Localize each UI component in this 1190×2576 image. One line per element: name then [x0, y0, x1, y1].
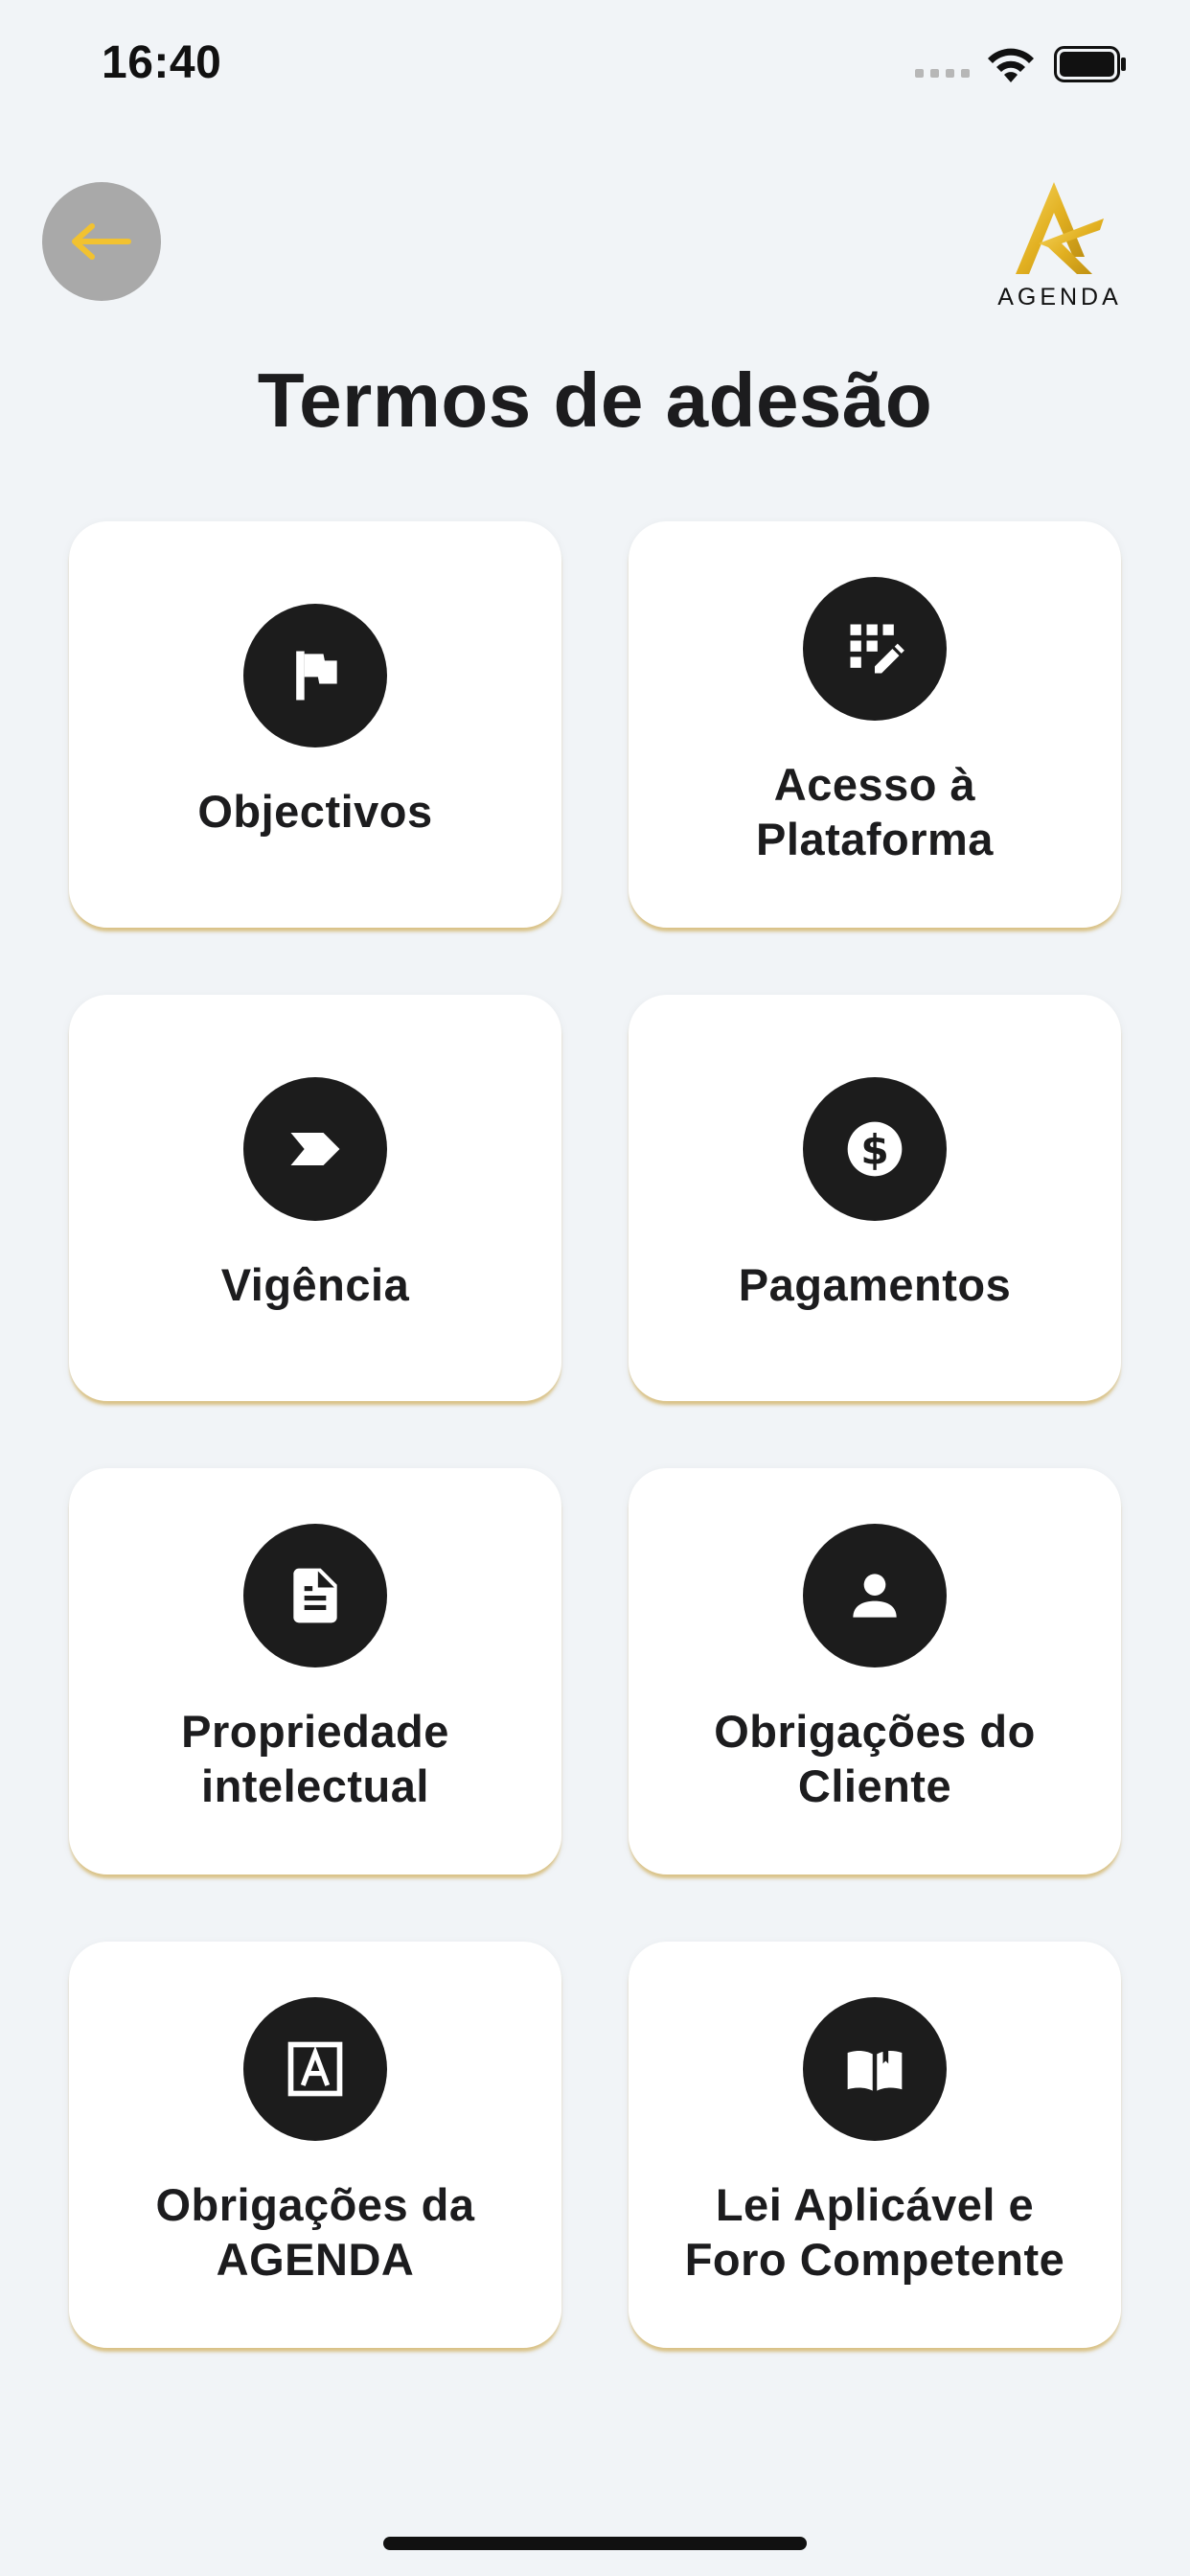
document-icon: [293, 1568, 337, 1623]
dollar-icon: $: [847, 1121, 903, 1177]
page-title: Termos de adesão: [257, 357, 933, 443]
back-button[interactable]: [42, 182, 161, 301]
logo-text: AGENDA: [997, 284, 1122, 310]
status-bar: 16:40: [0, 0, 1190, 125]
screen: 16:40 AGENDA Termos de adesão Objectivos…: [0, 0, 1190, 2576]
card-lei-aplicavel[interactable]: Lei Aplicável e Foro Competente: [629, 1942, 1121, 2348]
agenda-logo-icon: [1016, 182, 1104, 274]
card-obrigacoes-cliente[interactable]: Obrigações do Cliente: [629, 1468, 1121, 1874]
card-label: Acesso à Plataforma: [756, 759, 994, 864]
card-label: Objectivos: [197, 786, 433, 837]
card-label: Obrigações da AGENDA: [155, 2179, 475, 2285]
card-vigencia[interactable]: Vigência: [69, 995, 561, 1401]
agenda-logo: AGENDA: [989, 180, 1131, 314]
wifi-icon: [988, 48, 1034, 82]
card-label: Lei Aplicável e Foro Competente: [684, 2179, 1065, 2285]
letter-a-box-icon: [287, 2041, 343, 2097]
card-label: Pagamentos: [738, 1259, 1012, 1310]
card-obrigacoes-agenda[interactable]: Obrigações da AGENDA: [69, 1942, 561, 2348]
person-icon: [853, 1574, 897, 1618]
card-objectivos[interactable]: Objectivos: [69, 521, 561, 928]
battery-icon: [1054, 46, 1126, 82]
signal-icon: [915, 69, 970, 78]
home-indicator[interactable]: [383, 2537, 807, 2550]
label-arrow-icon: [290, 1133, 340, 1165]
card-propriedade-intelectual[interactable]: Propriedade intelectual: [69, 1468, 561, 1874]
card-label: Obrigações do Cliente: [714, 1706, 1036, 1811]
card-label: Propriedade intelectual: [181, 1706, 449, 1811]
svg-text:$: $: [860, 1128, 889, 1175]
terms-grid: Objectivos Acesso à Plataforma Vigência …: [69, 521, 1121, 2348]
arrow-left-icon: [72, 223, 131, 260]
open-book-icon: [847, 2047, 903, 2091]
status-time: 16:40: [102, 37, 222, 88]
pin-pad-edit-icon: [850, 624, 904, 674]
flag-icon: [296, 651, 337, 701]
card-pagamentos[interactable]: $ Pagamentos: [629, 995, 1121, 1401]
card-acesso-plataforma[interactable]: Acesso à Plataforma: [629, 521, 1121, 928]
card-label: Vigência: [220, 1259, 410, 1310]
